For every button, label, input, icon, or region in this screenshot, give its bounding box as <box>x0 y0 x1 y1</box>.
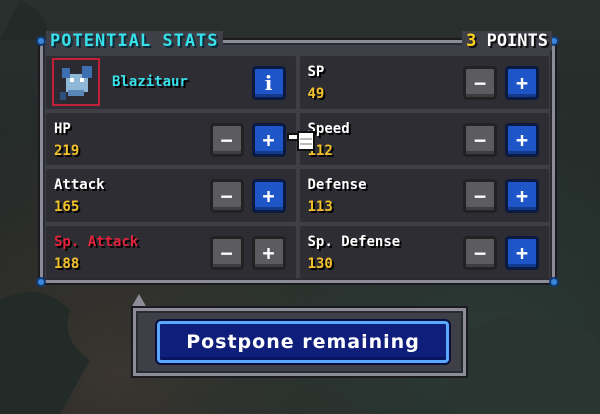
minus-icon: − <box>473 240 487 265</box>
minus-icon: − <box>473 127 487 152</box>
panel-title: POTENTIAL STATS <box>46 31 223 51</box>
stat-cell-speed: Speed 112 − + <box>299 112 549 165</box>
stat-label-hp: HP <box>54 120 71 137</box>
pokemon-cell: Blazitaur i <box>46 56 296 109</box>
postpone-remaining-button[interactable]: Postpone remaining <box>157 321 449 363</box>
stat-label-defense: Defense <box>307 177 367 193</box>
stat-value-defense: 113 <box>307 199 333 215</box>
info-icon: i <box>264 71 273 95</box>
hp-decrease-button[interactable]: − <box>209 122 244 157</box>
sp-attack-decrease-button[interactable]: − <box>209 235 244 270</box>
points-label: POINTS <box>486 31 548 51</box>
dialog-pointer <box>131 294 147 308</box>
stat-value-sp-defense: 130 <box>307 255 333 272</box>
stat-value-sp-attack: 188 <box>54 255 80 272</box>
plus-icon: + <box>515 71 529 95</box>
stat-cell-sp-attack: Sp. Attack 188 − + <box>46 225 296 278</box>
stat-cell-hp: HP 219 − + <box>46 112 296 165</box>
sp-defense-increase-button[interactable]: + <box>505 235 539 270</box>
sp-increase-button[interactable]: + <box>505 66 539 100</box>
hp-increase-button[interactable]: + <box>251 122 286 157</box>
panel-corner-ornament <box>36 277 46 287</box>
points-value: 3 <box>466 31 477 51</box>
defense-decrease-button[interactable]: − <box>463 179 497 213</box>
minus-icon: − <box>220 127 233 152</box>
points-remaining: 3 POINTS <box>462 31 552 51</box>
stat-value-hp: 219 <box>54 142 80 159</box>
pokemon-portrait-icon <box>52 58 100 106</box>
minus-icon: − <box>473 71 487 95</box>
stat-value-attack: 165 <box>54 199 80 215</box>
attack-increase-button[interactable]: + <box>251 179 286 213</box>
stat-label-sp: SP <box>307 64 325 80</box>
plus-icon: + <box>262 184 275 208</box>
stat-label-sp-defense: Sp. Defense <box>307 233 401 250</box>
pokemon-name: Blazitaur <box>112 74 188 90</box>
stat-cell-sp-defense: Sp. Defense 130 − + <box>299 225 549 278</box>
defense-increase-button[interactable]: + <box>505 179 539 213</box>
plus-icon: + <box>515 127 529 152</box>
plus-icon: + <box>515 240 529 265</box>
minus-icon: − <box>220 240 233 265</box>
attack-decrease-button[interactable]: − <box>209 179 244 213</box>
stats-grid: Blazitaur i SP 49 − + HP 219 − + Speed 1… <box>46 56 549 278</box>
stat-value-sp: 49 <box>307 86 325 102</box>
stat-cell-sp: SP 49 − + <box>299 56 549 109</box>
minus-icon: − <box>220 184 233 208</box>
panel-corner-ornament <box>36 36 46 46</box>
plus-icon: + <box>515 184 529 208</box>
plus-icon: + <box>262 240 275 265</box>
sp-attack-increase-button[interactable]: + <box>251 235 286 270</box>
stat-cell-attack: Attack 165 − + <box>46 169 296 222</box>
sp-decrease-button[interactable]: − <box>463 66 497 100</box>
plus-icon: + <box>262 127 275 152</box>
panel-corner-ornament <box>549 277 559 287</box>
info-button[interactable]: i <box>251 66 286 100</box>
stat-cell-defense: Defense 113 − + <box>299 169 549 222</box>
minus-icon: − <box>473 184 487 208</box>
sp-defense-decrease-button[interactable]: − <box>463 235 497 270</box>
speed-increase-button[interactable]: + <box>505 122 539 157</box>
pointer-hand-icon <box>287 131 315 151</box>
stat-label-attack: Attack <box>54 177 105 193</box>
speed-decrease-button[interactable]: − <box>463 122 497 157</box>
stat-label-sp-attack: Sp. Attack <box>54 233 139 250</box>
